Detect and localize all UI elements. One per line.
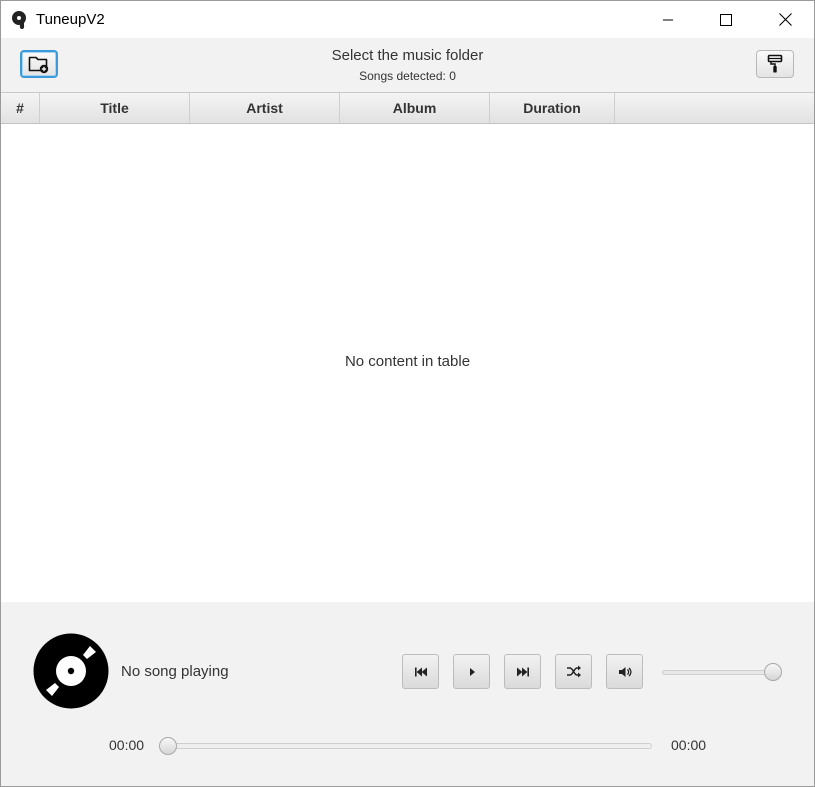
- minimize-icon: [663, 19, 673, 20]
- next-button[interactable]: [504, 654, 541, 689]
- column-header-duration[interactable]: Duration: [490, 93, 615, 123]
- column-header-title[interactable]: Title: [40, 93, 190, 123]
- shuffle-icon: [566, 665, 581, 678]
- vinyl-disc-icon: [33, 633, 109, 709]
- window-title: TuneupV2: [36, 11, 105, 28]
- previous-icon: [414, 667, 427, 676]
- volume-button[interactable]: [606, 654, 643, 689]
- shuffle-button[interactable]: [555, 654, 592, 689]
- paint-roller-icon: [767, 54, 783, 73]
- column-header-number[interactable]: #: [1, 93, 40, 123]
- close-button[interactable]: [756, 1, 814, 38]
- table-header: # Title Artist Album Duration: [1, 93, 814, 124]
- theme-button[interactable]: [756, 50, 794, 78]
- seek-slider-thumb[interactable]: [159, 737, 177, 755]
- title-bar: TuneupV2: [1, 1, 814, 38]
- folder-heading: Select the music folder: [331, 47, 484, 64]
- previous-button[interactable]: [402, 654, 439, 689]
- app-window: TuneupV2 Select the music folder Songs d…: [0, 0, 815, 787]
- volume-slider-thumb[interactable]: [764, 663, 782, 681]
- songs-detected-count: Songs detected: 0: [359, 69, 456, 83]
- current-time: 00:00: [109, 737, 145, 753]
- minimize-button[interactable]: [639, 1, 697, 38]
- play-button[interactable]: [453, 654, 490, 689]
- volume-icon: [618, 666, 632, 677]
- songs-table[interactable]: # Title Artist Album Duration No content…: [1, 92, 814, 603]
- maximize-icon: [720, 13, 732, 26]
- column-header-album[interactable]: Album: [340, 93, 490, 123]
- app-logo-icon: [11, 10, 31, 30]
- maximize-button[interactable]: [697, 1, 755, 38]
- now-playing-label: No song playing: [121, 663, 229, 680]
- player-bar: No song playing 00:00 00:00: [1, 602, 814, 786]
- next-icon: [516, 667, 529, 676]
- toolbar: Select the music folder Songs detected: …: [1, 38, 814, 92]
- column-header-artist[interactable]: Artist: [190, 93, 340, 123]
- play-icon: [469, 667, 475, 676]
- seek-slider-track[interactable]: [164, 743, 652, 749]
- close-icon: [778, 13, 792, 26]
- volume-slider-track[interactable]: [662, 670, 775, 675]
- table-empty-message: No content in table: [344, 353, 471, 370]
- total-time: 00:00: [671, 737, 707, 753]
